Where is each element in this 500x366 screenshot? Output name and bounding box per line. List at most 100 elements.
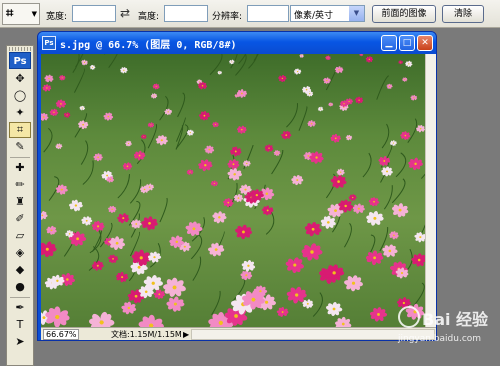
chevron-down-icon: ▼ bbox=[31, 10, 37, 18]
flower bbox=[150, 93, 158, 99]
flower bbox=[348, 194, 357, 201]
flower bbox=[391, 203, 409, 218]
flower bbox=[223, 198, 234, 208]
toolbox-grip[interactable] bbox=[9, 47, 31, 51]
flower bbox=[416, 124, 425, 133]
chevron-down-icon: ▼ bbox=[349, 6, 364, 21]
document-title: s.jpg @ 66.7% (图层 0, RGB/8#) bbox=[60, 40, 237, 51]
flower bbox=[59, 75, 66, 81]
baidu-paw-logo bbox=[398, 306, 420, 328]
flower bbox=[330, 133, 341, 143]
eyedropper-tool-icon[interactable]: ✎ bbox=[9, 139, 31, 155]
flower bbox=[293, 68, 302, 75]
move-tool-icon[interactable]: ✥ bbox=[9, 71, 31, 87]
flower bbox=[103, 112, 114, 121]
flower bbox=[91, 220, 105, 232]
eraser-tool-icon[interactable]: ▱ bbox=[9, 228, 31, 244]
vertical-scrollbar[interactable] bbox=[425, 54, 436, 327]
crop-tool-icon[interactable]: ⌗ bbox=[9, 122, 31, 138]
type-tool-icon[interactable]: T bbox=[9, 317, 31, 333]
swap-arrows-icon[interactable]: ⇄ bbox=[120, 6, 130, 20]
resolution-unit-value: 像素/英寸 bbox=[294, 11, 334, 21]
dodge-tool-icon[interactable]: ● bbox=[9, 279, 31, 295]
flower bbox=[41, 241, 57, 258]
document-size-info: 文档:1.15M/1.15M bbox=[111, 330, 182, 339]
flower bbox=[45, 306, 70, 327]
image-canvas[interactable] bbox=[41, 54, 425, 327]
flower bbox=[147, 251, 162, 263]
flower bbox=[285, 257, 304, 274]
height-label: 高度: bbox=[138, 12, 160, 22]
flower bbox=[41, 211, 48, 220]
flower bbox=[307, 120, 316, 128]
history-brush-tool-icon[interactable]: ✐ bbox=[9, 211, 31, 227]
flower bbox=[108, 254, 119, 264]
flower bbox=[79, 105, 86, 111]
resolution-input[interactable] bbox=[247, 5, 289, 22]
flower bbox=[242, 160, 251, 167]
flower bbox=[281, 130, 292, 140]
photoshop-document-icon: Ps bbox=[42, 36, 56, 50]
tool-preset-picker[interactable]: ⌗ ▼ bbox=[2, 3, 40, 25]
flower bbox=[185, 221, 203, 237]
flower bbox=[276, 307, 289, 317]
flower bbox=[120, 67, 128, 74]
flower bbox=[235, 224, 253, 240]
flower bbox=[166, 296, 185, 312]
flower bbox=[368, 197, 380, 207]
flower bbox=[365, 56, 374, 63]
flower bbox=[389, 231, 399, 240]
flower bbox=[207, 242, 225, 257]
paint-bucket-tool-icon[interactable]: ◈ bbox=[9, 245, 31, 261]
close-button[interactable]: ✕ bbox=[417, 35, 433, 51]
status-menu-arrow-icon[interactable]: ▶ bbox=[183, 329, 189, 340]
brush-tool-icon[interactable]: ✏ bbox=[9, 177, 31, 193]
flower bbox=[309, 151, 324, 164]
options-bar: ⌗ ▼ 宽度: ⇄ 高度: 分辨率: 像素/英寸 ▼ 前面的图像 清除 bbox=[0, 0, 500, 28]
flower bbox=[299, 54, 304, 58]
minimize-button[interactable]: ▁ bbox=[381, 35, 397, 51]
flower bbox=[240, 270, 253, 281]
status-bar: 66.67% 文档:1.15M/1.15M ▶ bbox=[41, 327, 436, 340]
crop-icon: ⌗ bbox=[6, 6, 14, 21]
front-image-button[interactable]: 前面的图像 bbox=[372, 5, 436, 23]
flower bbox=[389, 140, 397, 147]
flower bbox=[164, 108, 172, 116]
flower bbox=[147, 122, 155, 128]
flower bbox=[153, 289, 165, 300]
flower bbox=[352, 203, 365, 214]
flower bbox=[398, 60, 403, 65]
clear-button[interactable]: 清除 bbox=[442, 5, 484, 23]
flower bbox=[227, 168, 242, 181]
lasso-tool-icon[interactable]: ◯ bbox=[9, 88, 31, 104]
tool-list: ✥ ◯ ✦ ⌗ ✎ ✚ ✏ ♜ ✐ ▱ ◈ ◆ ● ✒ T ➤ bbox=[7, 71, 33, 350]
magic-wand-tool-icon[interactable]: ✦ bbox=[9, 105, 31, 121]
photoshop-logo[interactable]: Ps bbox=[9, 52, 31, 69]
pen-tool-icon[interactable]: ✒ bbox=[9, 300, 31, 316]
toolbox: Ps ✥ ◯ ✦ ⌗ ✎ ✚ ✏ ♜ ✐ ▱ ◈ ◆ ● ✒ T ➤ bbox=[6, 45, 34, 366]
width-input[interactable] bbox=[72, 5, 116, 22]
flower bbox=[369, 307, 388, 322]
flower bbox=[334, 316, 352, 327]
maximize-button[interactable]: □ bbox=[399, 35, 415, 51]
height-input[interactable] bbox=[164, 5, 208, 22]
resolution-unit-select[interactable]: 像素/英寸 ▼ bbox=[290, 5, 365, 22]
flower bbox=[402, 77, 408, 82]
flower bbox=[381, 166, 393, 177]
flower bbox=[236, 125, 247, 134]
document-title-bar[interactable]: Ps s.jpg @ 66.7% (图层 0, RGB/8#) ▁ □ ✕ bbox=[38, 32, 436, 54]
zoom-level-field[interactable]: 66.67% bbox=[43, 329, 79, 340]
flower bbox=[230, 146, 242, 157]
flower bbox=[78, 120, 89, 130]
flower bbox=[116, 271, 129, 283]
blur-tool-icon[interactable]: ◆ bbox=[9, 262, 31, 278]
path-selection-tool-icon[interactable]: ➤ bbox=[9, 334, 31, 350]
flower bbox=[122, 162, 133, 171]
flower bbox=[108, 205, 117, 213]
clone-stamp-tool-icon[interactable]: ♜ bbox=[9, 194, 31, 210]
flower bbox=[325, 55, 331, 61]
flower bbox=[386, 83, 393, 90]
flower bbox=[46, 225, 57, 235]
healing-brush-tool-icon[interactable]: ✚ bbox=[9, 160, 31, 176]
flower bbox=[93, 153, 103, 162]
